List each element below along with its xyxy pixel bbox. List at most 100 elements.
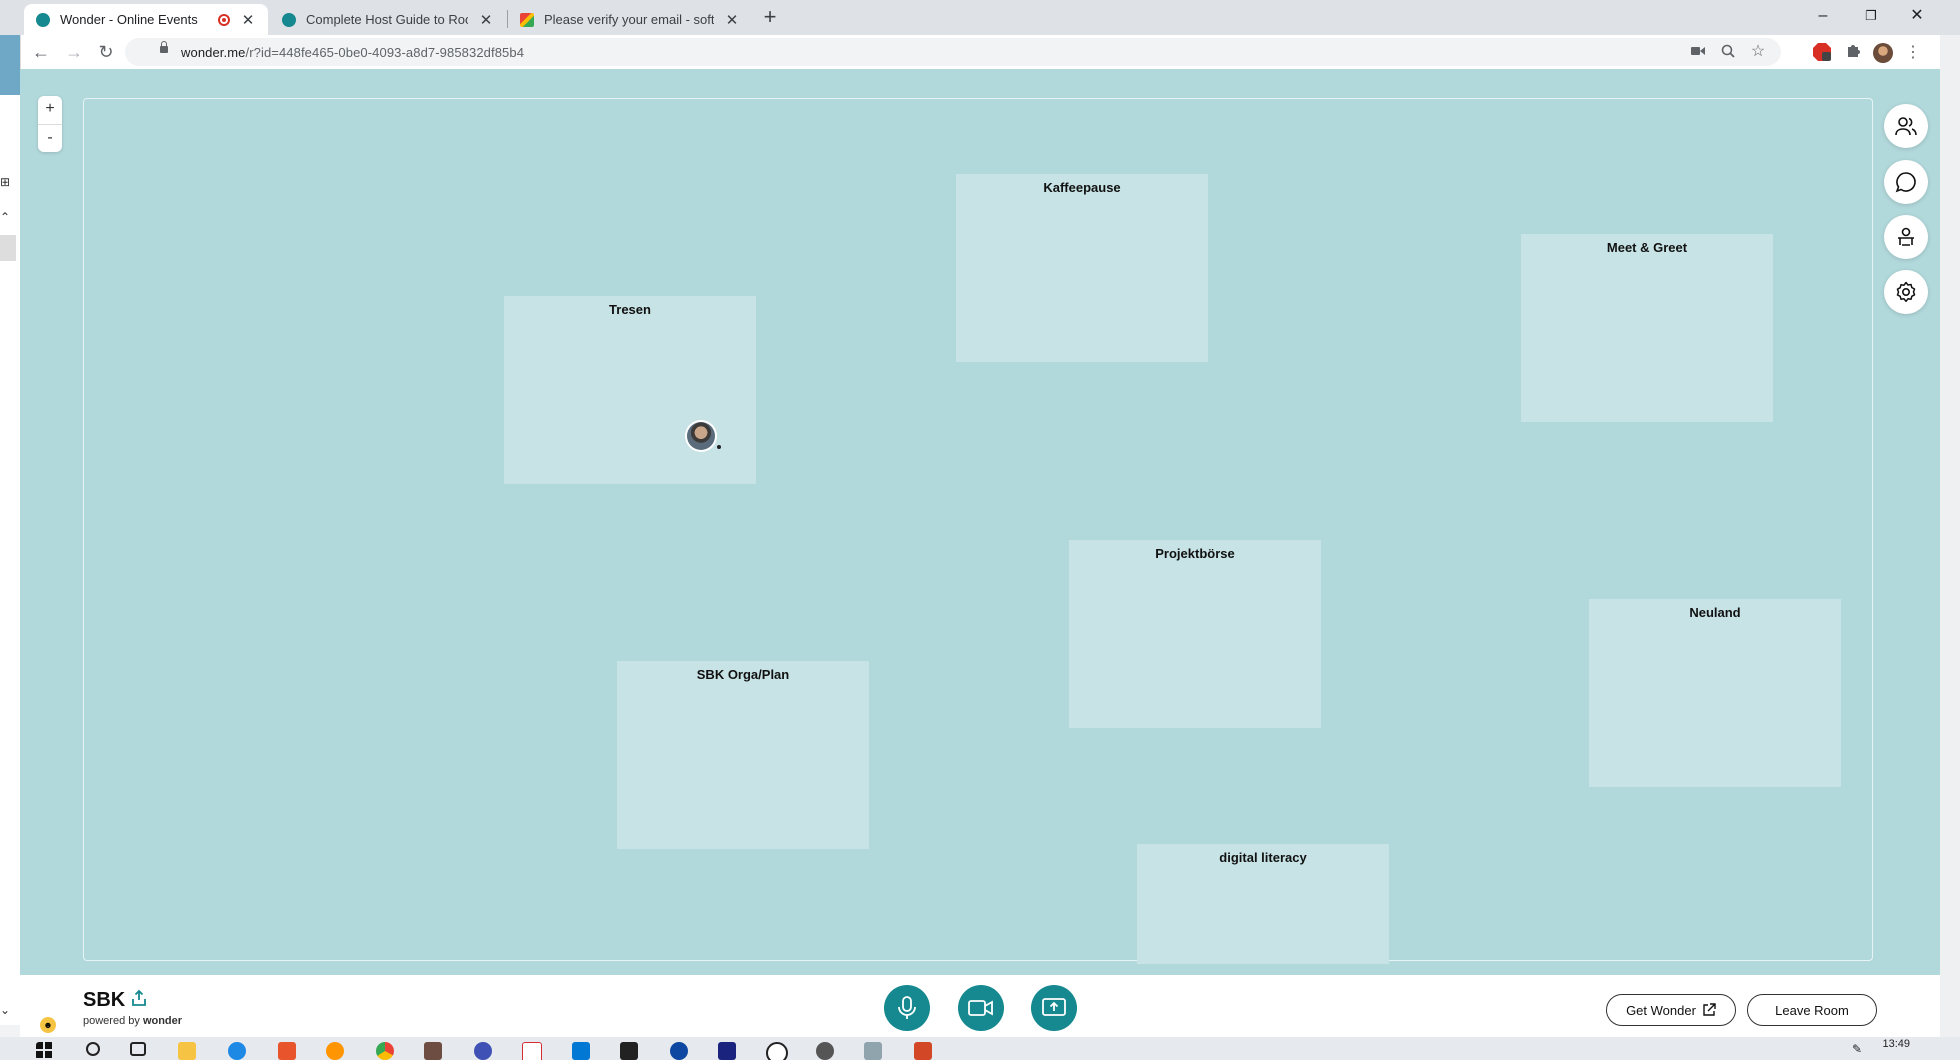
area-name: SBK Orga/Plan [696, 667, 790, 682]
windows-start-icon[interactable] [36, 1042, 54, 1060]
wonder-room-map[interactable]: + - Kaffeepause Meet & Greet Tresen Proj… [20, 69, 1940, 975]
close-tab-icon[interactable]: ✕ [240, 11, 256, 29]
zoom-controls: + - [38, 96, 62, 152]
camera-icon [968, 1000, 993, 1016]
chrome-menu-icon[interactable]: ⋮ [1903, 43, 1923, 63]
file-explorer-icon[interactable] [178, 1042, 196, 1060]
reload-icon[interactable]: ↻ [94, 40, 118, 64]
wonder-favicon-icon [36, 12, 50, 27]
leave-room-button[interactable]: Leave Room [1747, 994, 1877, 1026]
get-wonder-label: Get Wonder [1626, 1002, 1696, 1018]
vscode-icon[interactable] [572, 1042, 590, 1060]
bookmark-star-icon[interactable]: ☆ [1750, 44, 1766, 60]
background-window-header [0, 35, 20, 95]
address-bar[interactable]: wonder.me/r?id=448fe465-0be0-4093-a8d7-9… [125, 38, 1781, 66]
chrome-icon[interactable] [376, 1042, 394, 1060]
area-name: Meet & Greet [1606, 240, 1688, 255]
microphone-icon [898, 996, 916, 1019]
minimize-button[interactable]: – [1800, 2, 1846, 30]
tab-host-guide[interactable]: Complete Host Guide to Room C ✕ [270, 4, 506, 35]
new-tab-button[interactable]: + [758, 6, 782, 28]
restore-button[interactable]: ❐ [1848, 2, 1894, 30]
scroll-thumb [0, 235, 16, 261]
area-digital-literacy[interactable]: digital literacy [1137, 844, 1389, 964]
search-icon[interactable] [86, 1042, 100, 1056]
tab-strip: Wonder - Online Events ✕ Complete Host G… [0, 0, 1960, 35]
settings-button[interactable] [1884, 270, 1928, 314]
settings-icon [1896, 281, 1916, 303]
close-window-button[interactable]: ✕ [1894, 2, 1940, 30]
edge-icon[interactable] [228, 1042, 246, 1060]
close-tab-icon[interactable]: ✕ [724, 11, 740, 29]
app-icon[interactable] [670, 1042, 688, 1060]
room-stage[interactable]: Kaffeepause Meet & Greet Tresen Projektb… [83, 98, 1873, 964]
profile-avatar[interactable] [1873, 43, 1893, 63]
host-button[interactable] [1884, 215, 1928, 259]
recording-icon [218, 13, 230, 26]
area-projektboerse[interactable]: Projektbörse [1069, 540, 1321, 728]
app-icon[interactable] [864, 1042, 882, 1060]
extensions-puzzle-icon[interactable] [1843, 43, 1863, 63]
microphone-button[interactable] [884, 985, 930, 1031]
tab-title: Complete Host Guide to Room C [306, 12, 468, 27]
adblock-extension-icon[interactable] [1812, 43, 1832, 63]
tab-wonder[interactable]: Wonder - Online Events ✕ [24, 4, 268, 35]
firefox-icon[interactable] [326, 1042, 344, 1060]
get-wonder-button[interactable]: Get Wonder [1606, 994, 1736, 1026]
camera-in-use-icon[interactable] [1690, 44, 1706, 60]
share-icon[interactable] [130, 989, 148, 1007]
browser-toolbar: ← → ↻ wonder.me/r?id=448fe465-0be0-4093-… [20, 35, 1940, 69]
task-view-icon[interactable] [130, 1042, 146, 1056]
chat-button[interactable] [1884, 160, 1928, 204]
brave-icon[interactable] [278, 1042, 296, 1060]
pen-icon[interactable]: ✎ [1852, 1042, 1862, 1060]
chat-icon [1895, 172, 1916, 193]
taskbar-clock[interactable]: 13:49 [1882, 1038, 1910, 1050]
app-icon[interactable] [424, 1042, 442, 1060]
app-icon[interactable] [474, 1042, 492, 1060]
chevron-down-icon: ⌄ [0, 1003, 11, 1017]
right-background [1940, 35, 1960, 1037]
user-avatar[interactable] [687, 422, 721, 450]
zoom-in-button[interactable]: + [38, 96, 62, 125]
area-tresen[interactable]: Tresen [504, 296, 756, 484]
zoom-out-button[interactable]: - [38, 125, 62, 153]
user-mini-avatar[interactable]: ☻ [40, 1017, 56, 1033]
left-background-window: ⊞ ⌃ ⌄ [0, 35, 21, 1025]
background-window-icon: ⊞ [0, 175, 11, 189]
app-icon[interactable] [816, 1042, 834, 1060]
screenshare-icon [1042, 998, 1066, 1016]
area-name: Kaffeepause [1043, 180, 1121, 195]
external-link-icon [1703, 1003, 1716, 1016]
terminal-icon[interactable] [620, 1042, 638, 1060]
lock-icon [160, 41, 168, 53]
area-neuland[interactable]: Neuland [1589, 599, 1841, 787]
acrobat-icon[interactable] [522, 1042, 542, 1060]
area-name: Projektbörse [1155, 546, 1235, 561]
area-sbk-orga-plan[interactable]: SBK Orga/Plan [617, 661, 869, 849]
host-icon [1898, 227, 1914, 246]
chevron-up-icon: ⌃ [0, 210, 11, 224]
app-icon[interactable] [766, 1042, 788, 1060]
gmail-icon [520, 12, 534, 27]
camera-button[interactable] [958, 985, 1004, 1031]
screenshare-button[interactable] [1031, 985, 1077, 1031]
app-icon[interactable] [718, 1042, 736, 1060]
url-text[interactable]: wonder.me/r?id=448fe465-0be0-4093-a8d7-9… [181, 45, 524, 60]
people-icon [1895, 117, 1917, 136]
area-name: Tresen [609, 302, 651, 317]
wonder-favicon-icon [282, 12, 296, 27]
tab-title: Wonder - Online Events [60, 12, 198, 27]
tab-verify-email[interactable]: Please verify your email - softwa ✕ [508, 4, 752, 35]
close-tab-icon[interactable]: ✕ [478, 11, 494, 29]
forward-arrow-icon[interactable]: → [62, 40, 86, 64]
powerpoint-icon[interactable] [914, 1042, 932, 1060]
room-name: SBK [83, 989, 126, 1011]
area-kaffeepause[interactable]: Kaffeepause [956, 174, 1208, 362]
zoom-icon[interactable] [1720, 44, 1736, 60]
back-arrow-icon[interactable]: ← [29, 40, 53, 64]
status-dot [717, 445, 721, 449]
people-button[interactable] [1884, 104, 1928, 148]
windows-taskbar: ✎ 13:49 [0, 1037, 1960, 1060]
area-meet-and-greet[interactable]: Meet & Greet [1521, 234, 1773, 422]
